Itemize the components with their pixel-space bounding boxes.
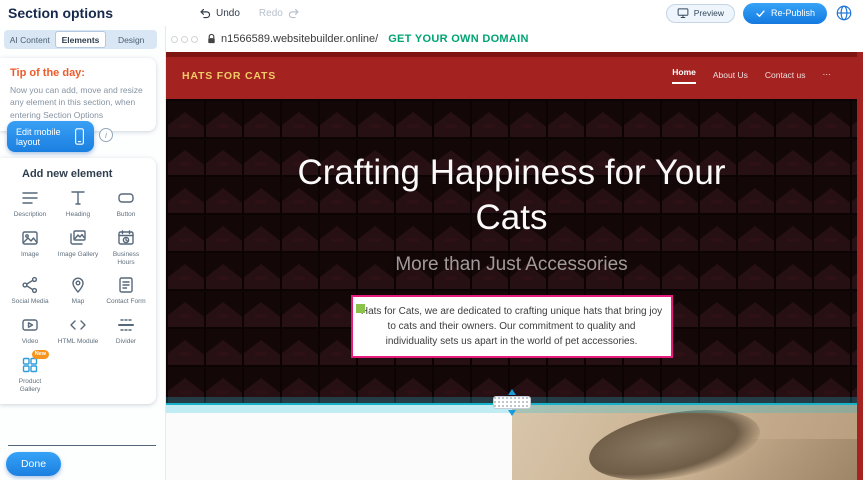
topbar: Section options Undo Redo Preview Re-Pub… — [0, 0, 863, 26]
map-icon — [67, 275, 89, 295]
button-icon — [115, 188, 137, 208]
element-item-video[interactable]: Video — [6, 315, 54, 346]
heading-icon — [67, 188, 89, 208]
element-selection-handle[interactable] — [356, 304, 365, 313]
add-element-panel: Add new element Description Heading Butt… — [0, 158, 156, 404]
section-resize-handle[interactable] — [493, 396, 531, 409]
hero-subtitle[interactable]: More than Just Accessories — [166, 254, 857, 276]
element-item-social-media[interactable]: Social Media — [6, 275, 54, 306]
element-item-description[interactable]: Description — [6, 188, 54, 219]
edit-mobile-layout-button[interactable]: Edit mobile layout — [7, 121, 94, 152]
edit-mobile-label: Edit mobile layout — [16, 127, 68, 147]
element-item-business-hours[interactable]: Business Hours — [102, 228, 150, 267]
image-icon — [19, 228, 41, 248]
republish-button[interactable]: Re-Publish — [743, 3, 827, 24]
undo-button[interactable]: Undo — [199, 7, 240, 20]
tip-title: Tip of the day: — [10, 67, 146, 79]
hero-title[interactable]: Crafting Happiness for Your Cats — [277, 151, 747, 241]
contact-form-icon — [115, 275, 137, 295]
globe-button[interactable] — [835, 4, 853, 22]
done-button[interactable]: Done — [6, 452, 61, 476]
republish-label: Re-Publish — [771, 8, 815, 18]
tab-design[interactable]: Design — [106, 31, 156, 48]
site-nav: Home About Us Contact us ⋯ — [672, 67, 831, 84]
browser-dot — [171, 36, 178, 43]
phone-icon — [74, 128, 85, 145]
video-icon — [19, 315, 41, 335]
hero-section[interactable]: Crafting Happiness for Your Cats More th… — [166, 99, 857, 405]
browser-dot — [181, 36, 188, 43]
element-grid: Description Heading Button Image Image G… — [6, 188, 150, 394]
app-window: Section options Undo Redo Preview Re-Pub… — [0, 0, 863, 480]
redo-label: Redo — [259, 8, 283, 19]
undo-label: Undo — [216, 8, 240, 19]
page-title: Section options — [8, 5, 113, 21]
image-gallery-icon — [67, 228, 89, 248]
site-preview: HATS FOR CATS Home About Us Contact us ⋯… — [166, 52, 863, 480]
element-item-heading[interactable]: Heading — [54, 188, 102, 219]
globe-icon — [835, 4, 853, 22]
product-gallery-icon: New — [19, 355, 41, 375]
monitor-icon — [677, 7, 689, 19]
browser-bar: n1566589.websitebuilder.online/ GET YOUR… — [166, 26, 863, 52]
element-item-button[interactable]: Button — [102, 188, 150, 219]
site-edge-strip — [857, 52, 863, 480]
sidebar-divider — [8, 445, 156, 446]
element-item-map[interactable]: Map — [54, 275, 102, 306]
site-url[interactable]: n1566589.websitebuilder.online/ — [221, 33, 378, 45]
element-item-product-gallery[interactable]: New Product Gallery — [6, 355, 54, 394]
nav-home[interactable]: Home — [672, 67, 696, 84]
sidebar: AI Content Elements Design Tip of the da… — [0, 26, 166, 480]
nav-contact-us[interactable]: Contact us — [765, 70, 806, 82]
browser-dot — [191, 36, 198, 43]
description-icon — [19, 188, 41, 208]
preview-label: Preview — [694, 8, 724, 18]
beach-cat-image[interactable] — [512, 405, 857, 480]
hero-paragraph: Hats for Cats, we are dedicated to craft… — [361, 304, 663, 349]
tab-ai-content[interactable]: AI Content — [5, 31, 55, 48]
sand-shadow — [650, 439, 857, 480]
social-media-icon — [19, 275, 41, 295]
hero-paragraph-box[interactable]: Hats for Cats, we are dedicated to craft… — [351, 295, 673, 358]
element-item-image[interactable]: Image — [6, 228, 54, 267]
add-element-title: Add new element — [22, 168, 150, 180]
html-module-icon — [67, 315, 89, 335]
get-domain-link[interactable]: GET YOUR OWN DOMAIN — [388, 33, 529, 45]
element-item-image-gallery[interactable]: Image Gallery — [54, 228, 102, 267]
resize-arrow-down-icon — [508, 410, 516, 416]
redo-button[interactable]: Redo — [259, 7, 300, 20]
info-button[interactable]: i — [99, 128, 113, 142]
site-logo[interactable]: HATS FOR CATS — [182, 70, 276, 82]
divider-icon — [115, 315, 137, 335]
tab-elements[interactable]: Elements — [55, 31, 107, 48]
check-icon — [755, 8, 766, 19]
site-header[interactable]: HATS FOR CATS Home About Us Contact us ⋯ — [166, 52, 857, 99]
redo-icon — [287, 7, 300, 20]
element-item-contact-form[interactable]: Contact Form — [102, 275, 150, 306]
history-controls: Undo Redo — [199, 7, 300, 20]
business-hours-icon — [115, 228, 137, 248]
element-item-html-module[interactable]: HTML Module — [54, 315, 102, 346]
resize-arrow-up-icon — [508, 389, 516, 395]
nav-about-us[interactable]: About Us — [713, 70, 748, 82]
nav-more-icon[interactable]: ⋯ — [823, 69, 832, 82]
sidebar-tabs: AI Content Elements Design — [4, 30, 157, 49]
undo-icon — [199, 7, 212, 20]
tip-body: Now you can add, move and resize any ele… — [10, 84, 146, 121]
tip-card: Tip of the day: Now you can add, move an… — [0, 58, 156, 131]
lock-icon — [206, 33, 217, 45]
new-badge: New — [32, 350, 49, 360]
element-item-divider[interactable]: Divider — [102, 315, 150, 346]
preview-button[interactable]: Preview — [666, 4, 735, 23]
